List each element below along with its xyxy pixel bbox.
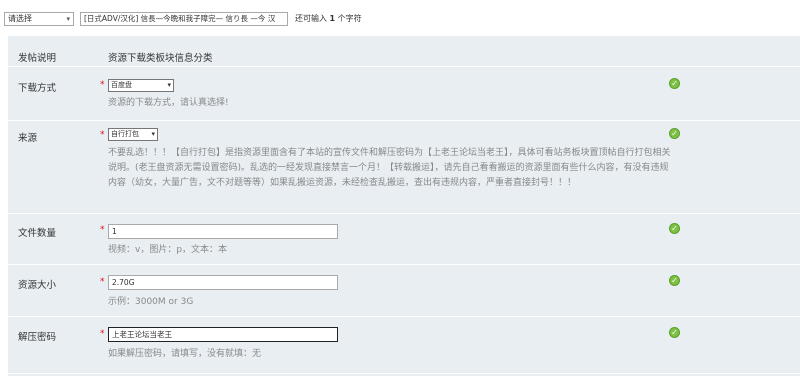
source-row: 来源 * 自行打包 ▾ 不要乱选！！！【自行打包】是指资源里面含有了本站的宣传文…: [8, 121, 800, 214]
required-mark: *: [100, 80, 105, 90]
download-row: 下载方式 * 百度盘 ▾ 资源的下载方式，请认真选择! ✓: [8, 67, 800, 121]
source-hint: 不要乱选！！！【自行打包】是指资源里面含有了本站的宣传文件和解压密码为【上老王论…: [108, 148, 671, 188]
required-mark: *: [100, 225, 105, 235]
password-label: 解压密码: [18, 332, 57, 343]
size-input[interactable]: 2.70G: [108, 275, 338, 290]
chevron-down-icon: ▾: [66, 15, 70, 23]
remaining-chars-text: 还可输入 1 个字符: [295, 14, 362, 23]
download-label: 下载方式: [18, 83, 57, 94]
source-select[interactable]: 自行打包 ▾: [108, 128, 158, 141]
file-count-input[interactable]: 1: [108, 224, 338, 239]
size-row: 资源大小 * 2.70G 示例：3000M or 3G ✓: [8, 265, 800, 317]
check-circle-icon: ✓: [669, 223, 680, 234]
required-mark: *: [100, 277, 105, 287]
password-row: 解压密码 * 上老王论坛当老王 如果解压密码，请填写，没有就填：无 ✓: [8, 317, 800, 374]
post-guide-text: 资源下载类板块信息分类: [108, 53, 213, 64]
remaining-count: 1: [329, 14, 336, 23]
header-row: 发帖说明 资源下载类板块信息分类: [8, 36, 800, 67]
thread-type-value: 请选择: [8, 14, 32, 23]
size-label: 资源大小: [18, 280, 57, 291]
check-circle-icon: ✓: [669, 78, 680, 89]
password-input[interactable]: 上老王论坛当老王: [108, 327, 338, 342]
title-input[interactable]: [日式ADV/汉化] 信長—今晩和我子障完— 信り長 —今 汉: [80, 12, 288, 26]
file-count-row: 文件数量 * 1 视频：v，图片：p，文本：本 ✓: [8, 214, 800, 265]
size-hint: 示例：3000M or 3G: [108, 297, 194, 307]
title-bar: 请选择 ▾ [日式ADV/汉化] 信長—今晩和我子障完— 信り長 —今 汉 还可…: [0, 0, 800, 36]
check-circle-icon: ✓: [669, 327, 680, 338]
source-label: 来源: [18, 133, 38, 144]
thread-type-select[interactable]: 请选择 ▾: [4, 12, 74, 26]
password-hint: 如果解压密码，请填写，没有就填：无: [108, 349, 262, 359]
required-mark: *: [100, 130, 105, 140]
chevron-down-icon: ▾: [167, 81, 171, 89]
file-count-hint: 视频：v，图片：p，文本：本: [108, 245, 228, 255]
post-form: 发帖说明 资源下载类板块信息分类 下载方式 * 百度盘 ▾ 资源的下载方式，请认…: [8, 36, 800, 376]
download-select[interactable]: 百度盘 ▾: [108, 79, 174, 92]
check-circle-icon: ✓: [669, 128, 680, 139]
download-hint: 资源的下载方式，请认真选择!: [108, 98, 229, 108]
chevron-down-icon: ▾: [151, 130, 155, 138]
file-count-label: 文件数量: [18, 228, 57, 239]
required-mark: *: [100, 329, 105, 339]
check-circle-icon: ✓: [669, 275, 680, 286]
post-guide-label: 发帖说明: [18, 53, 57, 64]
